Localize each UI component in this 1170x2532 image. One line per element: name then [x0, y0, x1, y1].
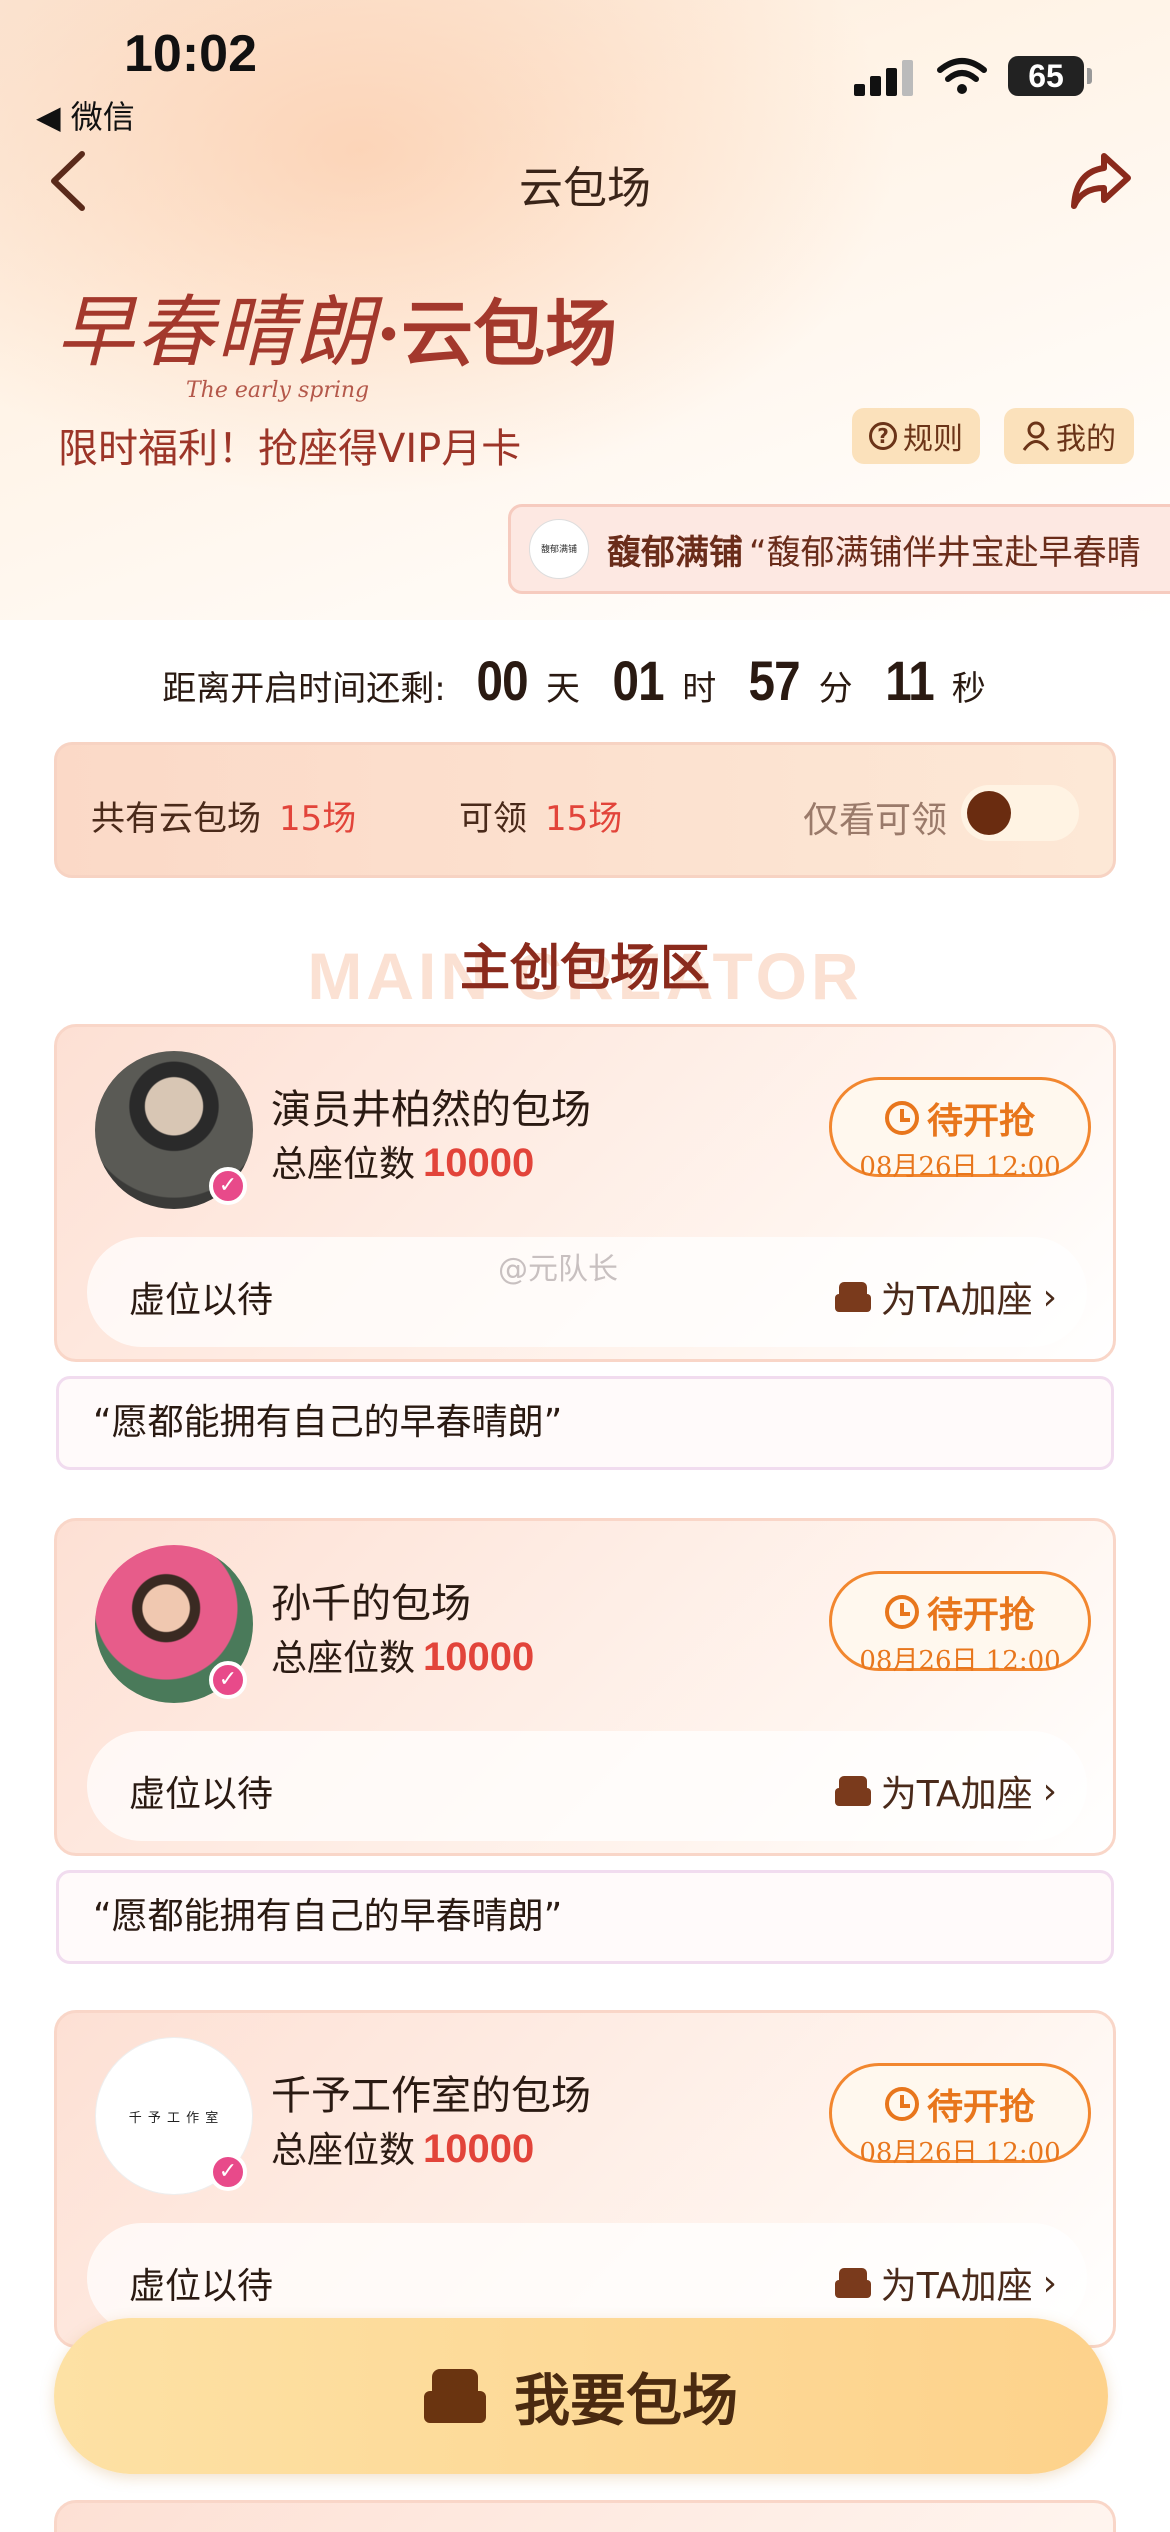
chevron-right-icon: › — [1042, 1770, 1057, 1812]
chevron-right-icon: › — [1042, 2262, 1057, 2304]
total-value: 15场 — [279, 799, 357, 839]
grab-label: 待开抢 — [926, 1101, 1035, 1142]
banner-slogan: 限时福利！抢座得VIP月卡 — [58, 426, 522, 472]
sponsor-message: “馥郁满铺伴井宝赴早春晴 — [749, 532, 1141, 573]
clock-icon — [884, 2087, 919, 2121]
grab-date: 08月26日 12:00 — [859, 2138, 1061, 2168]
seat-row[interactable]: 虚位以待 为TA加座 › — [87, 2223, 1087, 2333]
rules-label: 规则 — [903, 422, 963, 457]
card-seats: 总座位数 10000 — [271, 2121, 534, 2173]
card-quote: “愿都能拥有自己的早春晴朗” — [56, 1376, 1114, 1470]
sofa-icon — [834, 1776, 871, 1806]
booking-card[interactable]: ✓ 孙千的包场 总座位数 10000 待开抢 08月26日 12:00 虚位以待 … — [54, 1518, 1116, 1856]
verified-badge-icon: ✓ — [209, 2153, 247, 2191]
countdown-minutes: 57 — [748, 649, 801, 712]
sponsor-logo: 馥郁满铺 — [529, 519, 589, 579]
seat-row-label: 虚位以待 — [129, 1774, 274, 1815]
sofa-icon — [834, 1282, 871, 1312]
page-title: 云包场 — [519, 163, 651, 214]
add-seat-label: 为TA加座 — [880, 1280, 1033, 1321]
status-time: 10:02 — [124, 25, 257, 83]
card-title: 千予工作室的包场 — [271, 2073, 591, 2119]
chevron-right-icon: › — [1042, 1276, 1057, 1318]
banner-subtitle-en: The early spring — [186, 378, 370, 403]
grab-seat-button[interactable]: 待开抢 08月26日 12:00 — [829, 1077, 1091, 1182]
card-title: 演员井柏然的包场 — [271, 1087, 591, 1133]
clock-icon — [884, 1101, 919, 1135]
countdown-days: 00 — [476, 649, 528, 712]
section-title: 主创包场区 — [460, 939, 710, 997]
battery-indicator: 65 — [1008, 56, 1092, 96]
share-icon[interactable] — [1068, 150, 1132, 212]
toggle-knob — [967, 791, 1011, 835]
seats-value: 10000 — [423, 1141, 535, 1185]
seats-label: 总座位数 — [271, 2130, 416, 2171]
card-seats: 总座位数 10000 — [271, 1135, 534, 1187]
add-seat-label: 为TA加座 — [880, 1774, 1033, 1815]
countdown-seconds-unit: 秒 — [951, 669, 986, 709]
book-venue-button[interactable]: 我要包场 — [54, 2318, 1108, 2474]
booking-card[interactable]: ✓ 演员井柏然的包场 总座位数 10000 待开抢 08月26日 12:00 虚位… — [54, 1024, 1116, 1362]
countdown: 距离开启时间还剩: 00 天 01 时 57 分 11 秒 — [0, 648, 1170, 713]
card-seats: 总座位数 10000 — [271, 1629, 534, 1681]
claim-label: 可领 — [459, 799, 527, 839]
grab-seat-button[interactable]: 待开抢 08月26日 12:00 — [829, 1571, 1091, 1676]
verified-badge-icon: ✓ — [209, 1167, 247, 1205]
seat-row-label: 虚位以待 — [129, 1280, 274, 1321]
studio-logo-text: 千 予 工 作 室 — [128, 2110, 220, 2126]
rules-button[interactable]: ? 规则 — [852, 408, 980, 464]
seat-row-label: 虚位以待 — [129, 2266, 274, 2307]
add-seat-link[interactable]: 为TA加座 › — [834, 1765, 1057, 1817]
countdown-seconds: 11 — [884, 649, 934, 712]
watermark: @元队长 — [498, 1252, 618, 1287]
total-label: 共有云包场 — [91, 799, 261, 839]
add-seat-link[interactable]: 为TA加座 › — [834, 2257, 1057, 2309]
clock-icon — [884, 1595, 919, 1629]
countdown-hours: 01 — [612, 649, 665, 712]
claimable-count: 可领 15场 — [459, 791, 622, 840]
seat-row[interactable]: 虚位以待 为TA加座 › — [87, 1731, 1087, 1841]
booking-card-peek — [54, 2500, 1116, 2532]
seats-label: 总座位数 — [271, 1144, 416, 1185]
add-seat-label: 为TA加座 — [880, 2266, 1033, 2307]
signal-icon — [854, 60, 914, 96]
seats-value: 10000 — [423, 2127, 535, 2171]
seats-label: 总座位数 — [271, 1638, 416, 1679]
countdown-hours-unit: 时 — [682, 669, 717, 709]
sofa-icon — [834, 2268, 871, 2298]
banner-title-main: ·云包场 — [376, 291, 618, 376]
book-venue-label: 我要包场 — [514, 2368, 738, 2434]
back-to-app-link[interactable]: ◀ 微信 — [36, 92, 135, 138]
mine-button[interactable]: 我的 — [1004, 408, 1134, 464]
sponsor-ticker[interactable]: 馥郁满铺 馥郁满铺 “馥郁满铺伴井宝赴早春晴 — [508, 504, 1170, 594]
add-seat-link[interactable]: 为TA加座 › — [834, 1271, 1057, 1323]
grab-label: 待开抢 — [926, 2087, 1035, 2128]
grab-date: 08月26日 12:00 — [859, 1152, 1061, 1182]
user-icon — [1022, 421, 1050, 451]
card-quote: “愿都能拥有自己的早春晴朗” — [56, 1870, 1114, 1964]
mine-label: 我的 — [1056, 422, 1116, 457]
claim-value: 15场 — [545, 799, 623, 839]
wifi-icon — [937, 58, 987, 94]
grab-date: 08月26日 12:00 — [859, 1646, 1061, 1676]
claimable-only-toggle[interactable] — [961, 785, 1079, 841]
booking-card[interactable]: 千 予 工 作 室 ✓ 千予工作室的包场 总座位数 10000 待开抢 08月26… — [54, 2010, 1116, 2348]
seats-value: 10000 — [423, 1635, 535, 1679]
summary-bar: 共有云包场 15场 可领 15场 仅看可领 — [54, 742, 1116, 878]
total-count: 共有云包场 15场 — [91, 791, 356, 840]
countdown-minutes-unit: 分 — [818, 669, 853, 709]
question-icon: ? — [869, 422, 897, 450]
status-bar: 10:02 ◀ 微信 65 — [0, 0, 1170, 140]
verified-badge-icon: ✓ — [209, 1661, 247, 1699]
countdown-days-unit: 天 — [545, 669, 580, 709]
card-title: 孙千的包场 — [271, 1581, 471, 1627]
banner-title: 早春晴朗·云包场 — [56, 270, 617, 382]
sofa-icon — [424, 2369, 486, 2423]
sponsor-name: 馥郁满铺 — [607, 532, 743, 573]
banner-title-script: 早春晴朗 — [56, 288, 377, 378]
grab-label: 待开抢 — [926, 1595, 1035, 1636]
grab-seat-button[interactable]: 待开抢 08月26日 12:00 — [829, 2063, 1091, 2168]
countdown-label: 距离开启时间还剩: — [162, 669, 446, 709]
filter-label: 仅看可领 — [803, 800, 948, 841]
